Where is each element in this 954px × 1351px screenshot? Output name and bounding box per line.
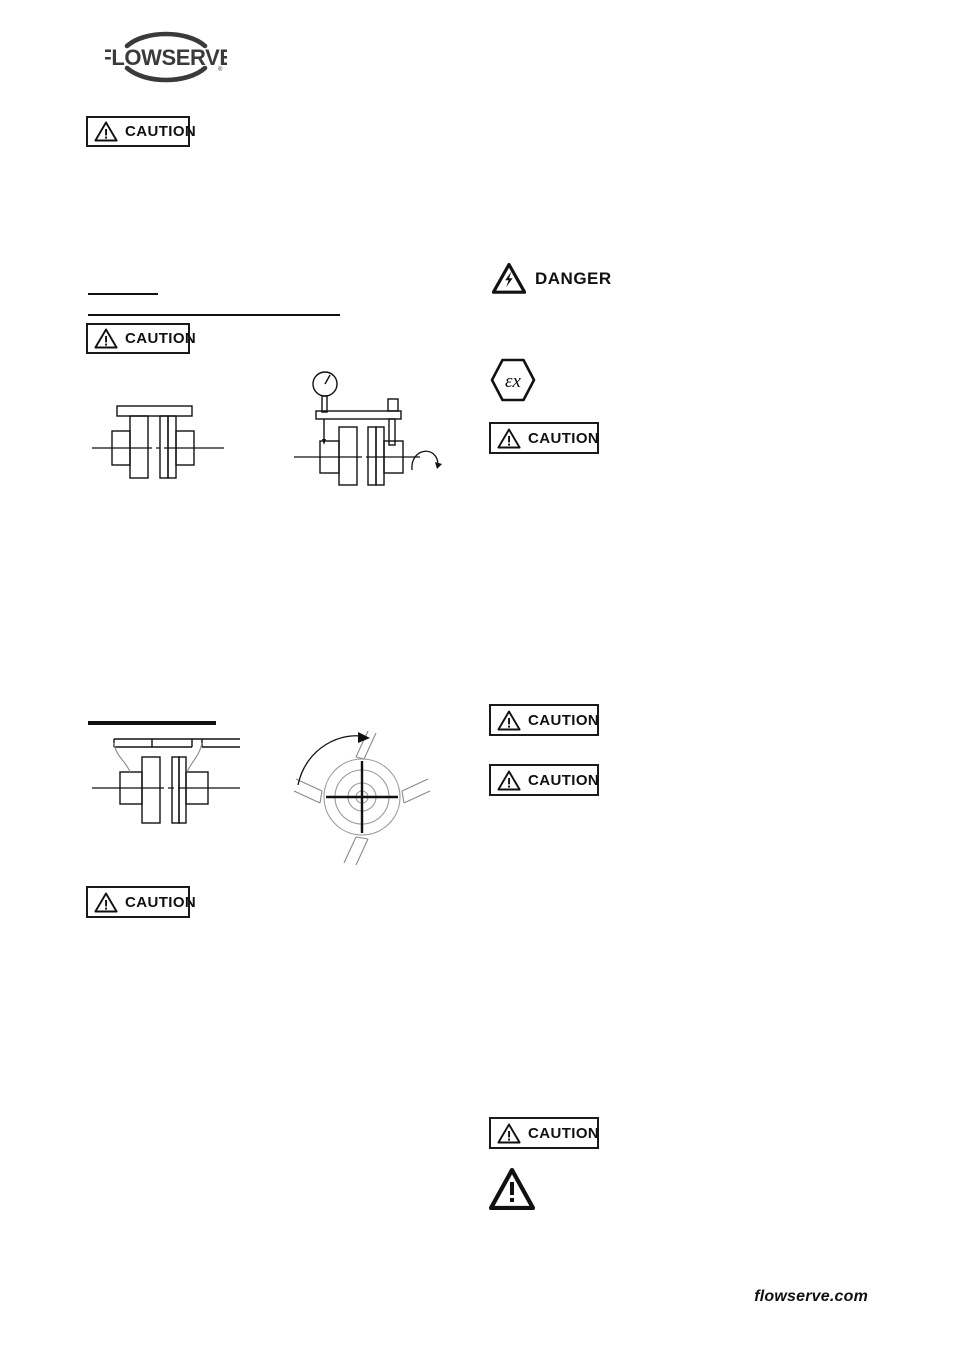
svg-text:εx: εx [505,371,521,392]
footer-url[interactable]: flowserve.com [754,1288,868,1306]
caution-box-4: CAUTION [489,704,599,736]
electrical-hazard-triangle-icon [491,262,527,294]
coupling-dial-gauge-alignment-diagram [292,367,444,495]
warning-triangle-icon [497,710,521,731]
warning-triangle-icon [94,328,118,349]
svg-text:®: ® [218,66,223,73]
danger-label: DANGER [535,269,612,288]
caution-label: CAUTION [125,330,197,347]
horizontal-rule-long [88,314,340,316]
warning-triangle-icon [497,1123,521,1144]
caution-box-1: CAUTION [86,116,196,147]
document-page: FLOWSERVE ® CAUTION CAUTION CAUTION CAUT… [0,0,954,1351]
caution-box-7: CAUTION [489,1117,599,1149]
caution-box-3: CAUTION [489,422,599,454]
caution-label: CAUTION [528,771,600,789]
caution-label: CAUTION [125,893,197,911]
caution-box-6: CAUTION [86,886,196,918]
caution-box-5: CAUTION [489,764,599,796]
flowserve-logo: FLOWSERVE ® [105,24,227,90]
warning-triangle-icon [497,428,521,449]
warning-triangle-icon [94,892,118,913]
danger-marking: DANGER [491,262,612,294]
caution-label: CAUTION [528,711,600,729]
warning-triangle-icon [497,770,521,791]
caution-label: CAUTION [125,123,197,140]
atex-ex-hexagon-icon: εx [489,357,537,403]
horizontal-rule-thick [88,721,216,725]
warning-triangle-icon [488,1167,536,1211]
caution-label: CAUTION [528,429,600,447]
caution-box-2: CAUTION [86,323,196,354]
warning-triangle-icon [94,121,118,142]
coupling-feeler-gauge-axial-diagram [92,735,240,830]
horizontal-rule-short [88,293,158,295]
coupling-straightedge-alignment-diagram [92,398,224,498]
coupling-rotation-feeler-positions-diagram [292,727,432,867]
svg-text:FLOWSERVE: FLOWSERVE [105,45,227,70]
caution-label: CAUTION [528,1124,600,1142]
